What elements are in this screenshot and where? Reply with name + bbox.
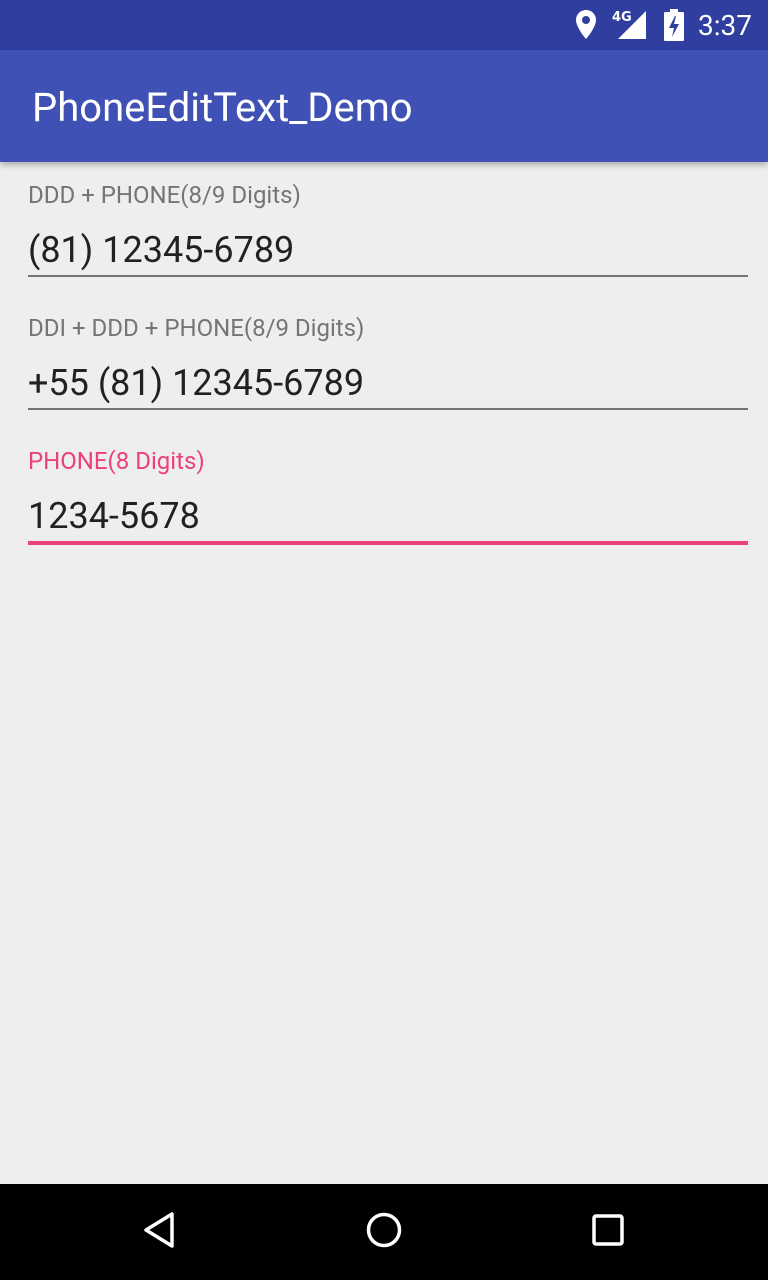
recents-icon: [588, 1210, 628, 1254]
app-bar: PhoneEditText_Demo: [0, 50, 768, 162]
status-bar: 4G 3:37: [0, 0, 768, 50]
status-icons: 4G 3:37: [574, 0, 752, 50]
app-title: PhoneEditText_Demo: [32, 84, 413, 131]
ddi-ddd-phone-label: DDI + DDD + PHONE(8/9 Digits): [28, 314, 365, 342]
back-button[interactable]: [136, 1208, 184, 1256]
cellular-signal-icon: 4G: [612, 9, 648, 41]
phone-8-digits-label: PHONE(8 Digits): [28, 447, 205, 475]
phone-8-digits-input[interactable]: [28, 493, 748, 539]
ddd-phone-underline: [28, 275, 748, 277]
ddi-ddd-phone-underline: [28, 408, 748, 410]
phone-8-digits-field: PHONE(8 Digits): [28, 428, 748, 548]
status-time: 3:37: [698, 8, 752, 42]
recents-button[interactable]: [584, 1208, 632, 1256]
ddd-phone-input[interactable]: [28, 227, 748, 273]
navigation-bar: [0, 1184, 768, 1280]
ddi-ddd-phone-field: DDI + DDD + PHONE(8/9 Digits): [28, 295, 748, 415]
ddi-ddd-phone-input[interactable]: [28, 360, 748, 406]
back-icon: [140, 1210, 180, 1254]
location-icon: [574, 9, 598, 41]
ddd-phone-field: DDD + PHONE(8/9 Digits): [28, 162, 748, 282]
network-type-label: 4G: [612, 10, 632, 25]
phone-8-digits-underline: [28, 541, 748, 545]
home-icon: [364, 1210, 404, 1254]
battery-charging-icon: [664, 9, 684, 41]
home-button[interactable]: [360, 1208, 408, 1256]
ddd-phone-label: DDD + PHONE(8/9 Digits): [28, 181, 301, 209]
